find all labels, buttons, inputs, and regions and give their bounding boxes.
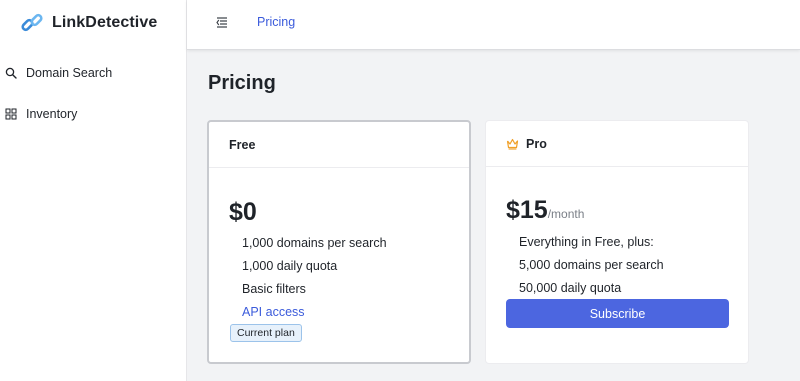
grid-icon	[5, 108, 17, 120]
plan-feature: 50,000 daily quota	[519, 281, 622, 295]
crown-icon	[506, 137, 519, 150]
plan-name: Free	[229, 137, 256, 152]
top-bar: Pricing	[187, 0, 800, 50]
page-title: Pricing	[208, 72, 276, 94]
sidebar-item-inventory[interactable]: Inventory	[0, 99, 187, 129]
search-icon	[5, 67, 17, 79]
price-amount: $0	[229, 198, 257, 226]
menu-collapse-icon[interactable]	[215, 15, 229, 29]
app-name: LinkDetective	[52, 14, 158, 31]
current-plan-badge: Current plan	[230, 324, 302, 342]
price-period: /month	[547, 207, 585, 221]
plan-feature: 5,000 domains per search	[519, 258, 664, 272]
plan-name: Pro	[526, 136, 547, 151]
subscribe-button[interactable]: Subscribe	[506, 299, 729, 328]
breadcrumb[interactable]: Pricing	[257, 15, 295, 29]
sidebar-item-label: Inventory	[26, 107, 78, 121]
plan-card-free: Free $0 1,000 domains per search 1,000 d…	[207, 120, 471, 364]
plan-card-pro: Pro $15/month Everything in Free, plus: …	[485, 120, 749, 364]
plan-feature: 1,000 domains per search	[242, 236, 387, 250]
sidebar-item-label: Domain Search	[26, 66, 113, 80]
brand[interactable]: LinkDetective	[20, 10, 157, 36]
plan-header: Pro	[486, 121, 748, 167]
plan-feature: Basic filters	[242, 282, 306, 296]
price-amount: $15	[506, 196, 548, 224]
plan-feature: 1,000 daily quota	[242, 259, 338, 273]
chain-link-icon	[20, 11, 44, 35]
plan-header: Free	[209, 122, 469, 168]
plan-feature: Everything in Free, plus:	[519, 235, 654, 249]
sidebar-item-domain-search[interactable]: Domain Search	[0, 58, 187, 88]
plan-price: $15/month	[506, 196, 584, 225]
sidebar: LinkDetective Domain Search Inventory	[0, 0, 187, 381]
api-access-link[interactable]: API access	[242, 305, 305, 319]
plan-price: $0	[229, 198, 257, 227]
